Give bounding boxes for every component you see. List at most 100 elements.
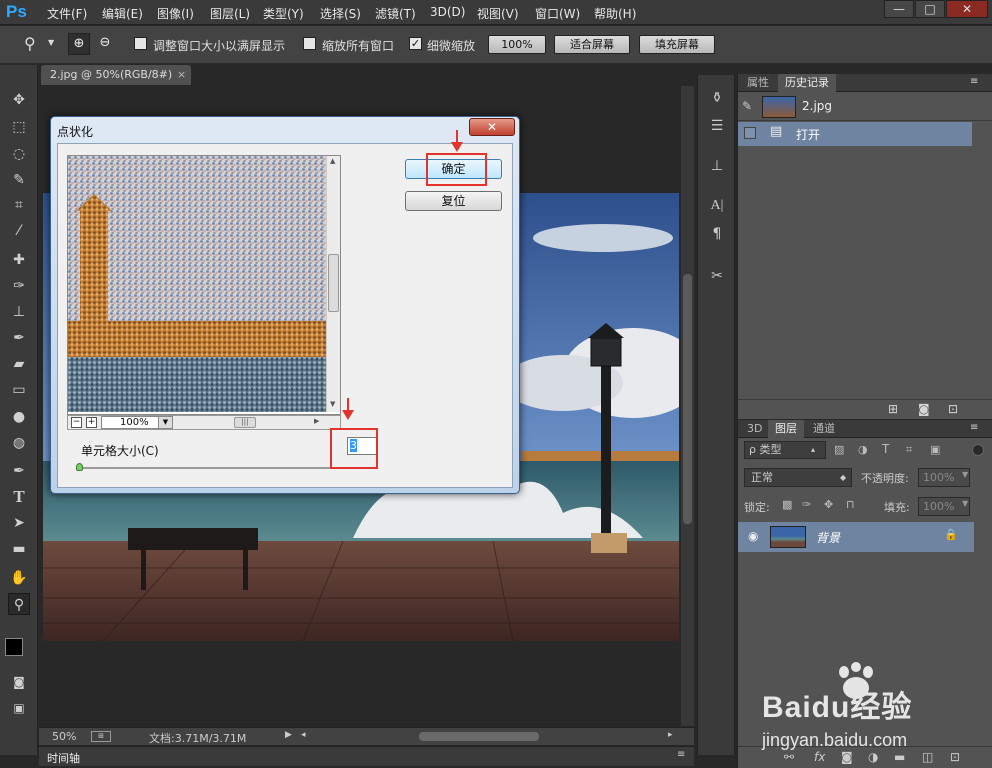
dodge-tool-icon[interactable]: ◍: [8, 432, 30, 454]
new-document-from-state-icon[interactable]: ⊞: [888, 402, 898, 416]
zoom-tool-icon[interactable]: ⚲: [24, 34, 36, 53]
stamp-tool-icon[interactable]: ⊥: [8, 301, 30, 323]
scroll-right-icon[interactable]: ▸: [668, 730, 673, 740]
trash-icon[interactable]: ⊡: [948, 402, 958, 416]
brush-tool-icon[interactable]: ✑: [8, 275, 30, 297]
hand-tool-icon[interactable]: ✋: [8, 567, 30, 589]
history-brush-icon[interactable]: ✒: [8, 327, 30, 349]
timeline-tab[interactable]: 时间轴: [47, 750, 80, 766]
minimize-button[interactable]: —: [884, 0, 914, 18]
crop-tool-icon[interactable]: ⌗: [8, 194, 30, 216]
paragraph-panel-icon[interactable]: ¶: [706, 223, 728, 245]
blur-tool-icon[interactable]: ●: [8, 406, 30, 428]
pen-tool-icon[interactable]: ✒: [8, 460, 30, 482]
move-tool-icon[interactable]: ✥: [8, 89, 30, 111]
tab-history[interactable]: 历史记录: [778, 74, 836, 92]
menu-edit[interactable]: 编辑(E): [102, 5, 143, 22]
gradient-tool-icon[interactable]: ▭: [8, 379, 30, 401]
menu-image[interactable]: 图像(I): [157, 5, 194, 22]
status-zoom[interactable]: 50%: [52, 730, 76, 743]
filter-toggle-icon[interactable]: [972, 444, 984, 456]
panel-menu-icon[interactable]: ≡: [970, 76, 978, 87]
blend-mode-select[interactable]: 正常 ◆: [744, 468, 852, 487]
vertical-scroll-thumb[interactable]: [683, 274, 692, 524]
rectangle-tool-icon[interactable]: ▬: [8, 538, 30, 560]
clone-source-icon[interactable]: ⊥: [706, 155, 728, 177]
quick-select-tool-icon[interactable]: ✎: [8, 169, 30, 191]
character-panel-icon[interactable]: A|: [706, 195, 728, 217]
type-tool-icon[interactable]: T: [8, 486, 30, 508]
document-tab[interactable]: 2.jpg @ 50%(RGB/8#) ×: [41, 65, 191, 85]
horizontal-scroll-thumb[interactable]: [419, 732, 539, 741]
tab-channels[interactable]: 通道: [806, 420, 842, 438]
tab-properties[interactable]: 属性: [740, 74, 776, 92]
tab-3d[interactable]: 3D: [740, 420, 769, 438]
scroll-down-icon[interactable]: ▼: [330, 400, 335, 408]
camera-icon[interactable]: ◙: [918, 402, 930, 416]
history-brush-source-icon[interactable]: ✎: [742, 99, 752, 113]
fit-screen-button[interactable]: 适合屏幕: [554, 35, 630, 54]
foreground-color-swatch[interactable]: [5, 638, 23, 656]
zoom-100-button[interactable]: 100%: [488, 35, 546, 54]
layer-row[interactable]: ◉ 背景 🔒: [738, 522, 974, 552]
healing-brush-icon[interactable]: ✚: [8, 249, 30, 271]
eraser-tool-icon[interactable]: ▰: [8, 353, 30, 375]
lock-position-icon[interactable]: ✥: [824, 498, 833, 511]
scrubby-zoom-checkbox[interactable]: ✓: [409, 37, 422, 50]
menu-3d[interactable]: 3D(D): [430, 5, 465, 19]
panel-menu-icon[interactable]: ≡: [677, 749, 685, 760]
filter-shape-icon[interactable]: ⌗: [906, 443, 912, 457]
zoom-tool-icon[interactable]: ⚲: [8, 593, 30, 615]
menu-view[interactable]: 视图(V): [477, 5, 519, 22]
layer-name[interactable]: 背景: [816, 529, 840, 546]
menu-select[interactable]: 选择(S): [320, 5, 361, 22]
status-menu-arrow-icon[interactable]: ▶: [285, 730, 292, 740]
history-state[interactable]: ▤ 打开: [738, 122, 972, 146]
chevron-down-icon[interactable]: ▼: [962, 470, 968, 479]
menu-type[interactable]: 类型(Y): [263, 5, 304, 22]
filter-adjustment-icon[interactable]: ◑: [858, 443, 868, 456]
preview-hscroll-thumb[interactable]: |||: [234, 417, 256, 428]
vertical-scrollbar[interactable]: [681, 86, 694, 726]
lock-image-icon[interactable]: ✑: [802, 498, 811, 511]
zoom-out-icon[interactable]: ⊖: [94, 33, 116, 55]
scroll-right-icon[interactable]: ▶: [314, 417, 319, 425]
screen-mode-icon[interactable]: ▣: [8, 697, 30, 719]
preview-vscrollbar[interactable]: ▲ ▼: [326, 156, 340, 412]
preview-vscroll-thumb[interactable]: [328, 254, 339, 312]
close-button[interactable]: ✕: [946, 0, 988, 18]
preview-zoom-select[interactable]: 100% ▼: [101, 416, 173, 429]
lock-all-icon[interactable]: ⊓: [846, 498, 855, 511]
eye-icon[interactable]: ◉: [748, 529, 758, 543]
tool-preset-chevron-icon[interactable]: ▼: [48, 38, 54, 47]
tab-layers[interactable]: 图层: [768, 420, 804, 438]
menu-help[interactable]: 帮助(H): [594, 5, 636, 22]
history-snapshot[interactable]: ✎ 2.jpg: [738, 93, 992, 121]
resize-windows-checkbox[interactable]: [134, 37, 147, 50]
chevron-down-icon[interactable]: ▼: [962, 499, 968, 508]
quick-mask-icon[interactable]: ◙: [8, 671, 30, 693]
scroll-left-icon[interactable]: ◂: [301, 730, 306, 740]
cell-size-slider-thumb[interactable]: [76, 463, 83, 471]
dialog-close-button[interactable]: ✕: [469, 118, 515, 136]
filter-preview[interactable]: ▲ ▼: [67, 155, 341, 415]
zoom-in-icon[interactable]: ⊕: [68, 33, 90, 55]
marquee-tool-icon[interactable]: ⬚: [8, 116, 30, 138]
zoom-in-button[interactable]: +: [86, 417, 97, 428]
menu-layer[interactable]: 图层(L): [210, 5, 250, 22]
zoom-all-checkbox[interactable]: [303, 37, 316, 50]
path-select-icon[interactable]: ➤: [8, 512, 30, 534]
filter-pixel-icon[interactable]: ▨: [834, 443, 844, 456]
reset-button[interactable]: 复位: [405, 191, 502, 211]
panel-menu-icon[interactable]: ≡: [970, 422, 978, 433]
menu-file[interactable]: 文件(F): [47, 5, 87, 22]
close-tab-icon[interactable]: ×: [177, 65, 186, 85]
menu-window[interactable]: 窗口(W): [535, 5, 580, 22]
lasso-tool-icon[interactable]: ◌: [8, 143, 30, 165]
menu-filter[interactable]: 滤镜(T): [375, 5, 416, 22]
eyedropper-tool-icon[interactable]: ⁄: [8, 220, 30, 242]
fill-screen-button[interactable]: 填充屏幕: [639, 35, 715, 54]
zoom-out-button[interactable]: −: [71, 417, 82, 428]
filter-type-icon[interactable]: T: [882, 442, 889, 456]
layer-filter-select[interactable]: ρ 类型 ▴: [744, 441, 826, 459]
